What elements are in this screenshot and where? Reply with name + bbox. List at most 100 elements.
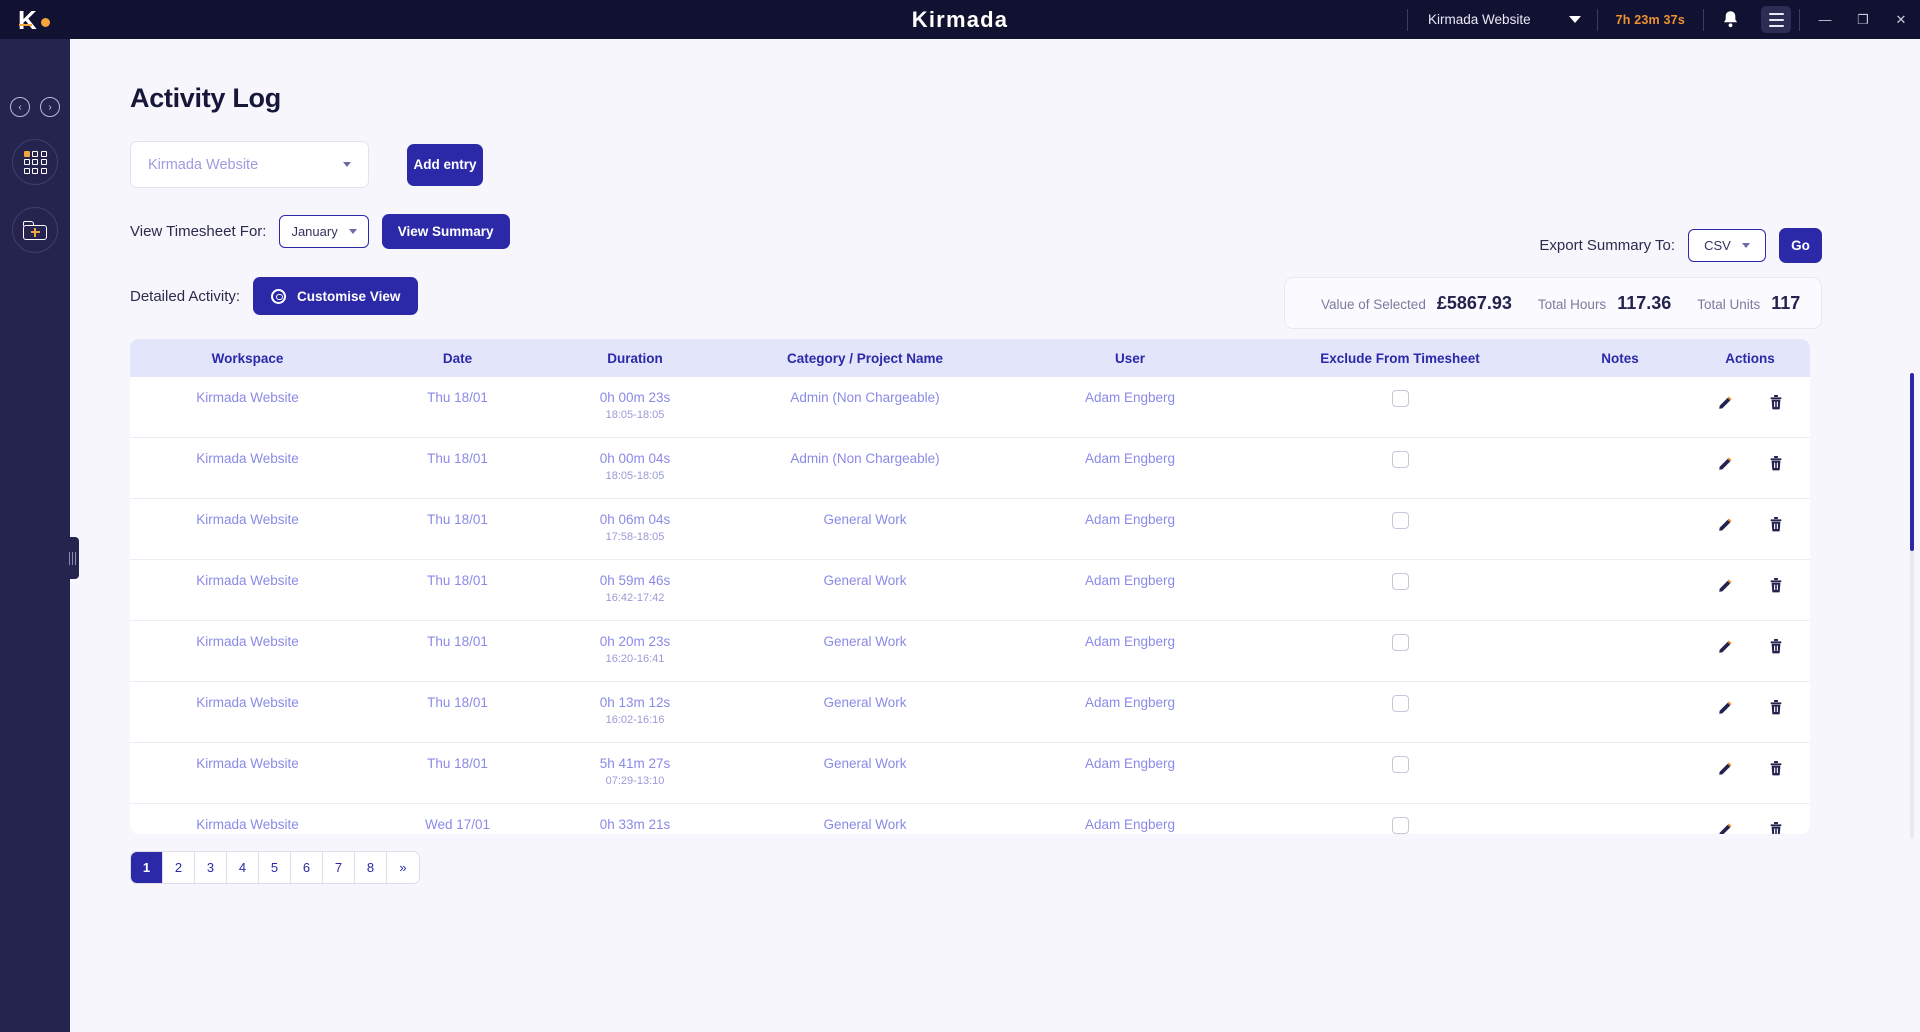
- pagination-page-1[interactable]: 1: [131, 852, 163, 883]
- close-button[interactable]: ✕: [1882, 0, 1920, 39]
- notifications-button[interactable]: [1706, 10, 1755, 29]
- cell-exclude: [1250, 451, 1550, 468]
- delete-row-button[interactable]: [1769, 638, 1783, 654]
- exclude-from-timesheet-checkbox[interactable]: [1391, 512, 1409, 529]
- grid-cell: [40, 150, 47, 157]
- chevron-down-icon: [343, 162, 351, 167]
- duration-timerange: 18:05-18:05: [605, 409, 665, 421]
- exclude-from-timesheet-checkbox[interactable]: [1391, 756, 1409, 773]
- edit-row-button[interactable]: [1718, 761, 1733, 776]
- exclude-from-timesheet-checkbox[interactable]: [1391, 634, 1409, 651]
- table-row[interactable]: Kirmada Website Thu 18/01 0h 13m 12s 16:02-…: [130, 682, 1810, 743]
- cell-workspace: Kirmada Website: [196, 390, 299, 405]
- edit-row-button[interactable]: [1718, 822, 1733, 834]
- maximize-button[interactable]: ❐: [1844, 0, 1882, 39]
- trash-delete-icon: [1770, 639, 1781, 654]
- delete-row-button[interactable]: [1769, 760, 1783, 776]
- cell-date: Thu 18/01: [427, 512, 488, 527]
- duration-timerange: 16:42-17:42: [605, 592, 665, 604]
- cell-duration: 0h 06m 04s 17:58-18:05: [550, 512, 720, 543]
- menu-line: [1768, 18, 1784, 21]
- trash-delete-icon: [1770, 700, 1781, 715]
- edit-row-button[interactable]: [1718, 700, 1733, 715]
- sidebar-item-new-folder[interactable]: [12, 207, 58, 253]
- scrollbar-thumb[interactable]: [1910, 373, 1914, 551]
- pagination-page-6[interactable]: 6: [291, 852, 323, 883]
- table-row[interactable]: Kirmada Website Thu 18/01 0h 20m 23s 16:20-…: [130, 621, 1810, 682]
- back-button[interactable]: ‹: [10, 97, 30, 117]
- pagination-page-4[interactable]: 4: [227, 852, 259, 883]
- month-dropdown[interactable]: January: [279, 215, 369, 248]
- workspace-dropdown[interactable]: Kirmada Website: [130, 141, 369, 188]
- add-entry-button[interactable]: Add entry: [407, 143, 483, 186]
- edit-row-button[interactable]: [1718, 517, 1733, 532]
- chevron-down-icon: [348, 229, 357, 234]
- window-controls: — ❐ ✕: [1806, 0, 1920, 39]
- delete-row-button[interactable]: [1769, 699, 1783, 715]
- pagination-page-7[interactable]: 7: [323, 852, 355, 883]
- cell-user: Adam Engberg: [1084, 634, 1176, 649]
- exclude-from-timesheet-checkbox[interactable]: [1391, 573, 1409, 590]
- menu-button[interactable]: [1761, 6, 1791, 33]
- pagination-page-3[interactable]: 3: [195, 852, 227, 883]
- export-go-button[interactable]: Go: [1779, 228, 1822, 263]
- edit-row-button[interactable]: [1718, 456, 1733, 471]
- forward-button[interactable]: ›: [40, 97, 60, 117]
- table-row[interactable]: Kirmada Website Thu 18/01 0h 00m 04s 18:05-…: [130, 438, 1810, 499]
- duration-total: 0h 33m 21s: [599, 817, 671, 832]
- handle-line: [74, 551, 77, 565]
- view-summary-button[interactable]: View Summary: [381, 214, 510, 249]
- sidebar-item-apps[interactable]: [12, 139, 58, 185]
- edit-row-button[interactable]: [1718, 395, 1733, 410]
- cell-user: Adam Engberg: [1084, 451, 1176, 466]
- handle-line: [71, 551, 74, 565]
- minimize-button[interactable]: —: [1806, 0, 1844, 39]
- cell-workspace: Kirmada Website: [196, 695, 299, 710]
- sidebar-resize-handle[interactable]: [66, 537, 79, 579]
- workspace-selector[interactable]: Kirmada Website: [1410, 12, 1595, 27]
- customise-view-label: Customise View: [297, 288, 401, 304]
- duration-total: 0h 06m 04s: [599, 512, 671, 527]
- cell-duration: 0h 00m 04s 18:05-18:05: [550, 451, 720, 482]
- exclude-from-timesheet-checkbox[interactable]: [1391, 451, 1409, 468]
- cell-exclude: [1250, 573, 1550, 590]
- table-row[interactable]: Kirmada Website Wed 17/01 0h 33m 21s Genera…: [130, 804, 1810, 834]
- cell-duration: 5h 41m 27s 07:29-13:10: [550, 756, 720, 787]
- cell-user: Adam Engberg: [1084, 512, 1176, 527]
- column-header-date: Date: [442, 350, 473, 366]
- title-bar-right-cluster: Kirmada Website 7h 23m 37s — ❐ ✕: [1405, 0, 1920, 39]
- pagination-page-»[interactable]: »: [387, 852, 419, 883]
- month-dropdown-value: January: [291, 224, 338, 239]
- table-row[interactable]: Kirmada Website Thu 18/01 5h 41m 27s 07:29-…: [130, 743, 1810, 804]
- delete-row-button[interactable]: [1769, 516, 1783, 532]
- page-title: Activity Log: [130, 83, 281, 113]
- cell-category: Admin (Non Chargeable): [790, 390, 940, 405]
- delete-row-button[interactable]: [1769, 821, 1783, 834]
- delete-row-button[interactable]: [1769, 455, 1783, 471]
- cell-date: Thu 18/01: [427, 695, 488, 710]
- pagination-page-2[interactable]: 2: [163, 852, 195, 883]
- table-row[interactable]: Kirmada Website Thu 18/01 0h 06m 04s 17:58-…: [130, 499, 1810, 560]
- cell-user: Adam Engberg: [1084, 390, 1176, 405]
- cell-category: General Work: [823, 634, 907, 649]
- delete-row-button[interactable]: [1769, 577, 1783, 593]
- edit-row-button[interactable]: [1718, 578, 1733, 593]
- exclude-from-timesheet-checkbox[interactable]: [1391, 817, 1409, 834]
- table-row[interactable]: Kirmada Website Thu 18/01 0h 00m 23s 18:05-…: [130, 377, 1810, 438]
- pagination-page-8[interactable]: 8: [355, 852, 387, 883]
- cell-date: Thu 18/01: [427, 390, 488, 405]
- cell-workspace: Kirmada Website: [196, 512, 299, 527]
- table-row[interactable]: Kirmada Website Thu 18/01 0h 59m 46s 16:42-…: [130, 560, 1810, 621]
- exclude-from-timesheet-checkbox[interactable]: [1391, 695, 1409, 712]
- pagination-page-5[interactable]: 5: [259, 852, 291, 883]
- edit-row-button[interactable]: [1718, 639, 1733, 654]
- cell-workspace: Kirmada Website: [196, 573, 299, 588]
- export-format-dropdown[interactable]: CSV: [1688, 229, 1766, 262]
- column-header-actions: Actions: [1725, 350, 1775, 366]
- cell-actions: [1690, 817, 1810, 834]
- customise-view-button[interactable]: Customise View: [253, 277, 419, 315]
- exclude-from-timesheet-checkbox[interactable]: [1391, 390, 1409, 407]
- delete-row-button[interactable]: [1769, 394, 1783, 410]
- export-format-value: CSV: [1704, 238, 1731, 253]
- cell-exclude: [1250, 817, 1550, 834]
